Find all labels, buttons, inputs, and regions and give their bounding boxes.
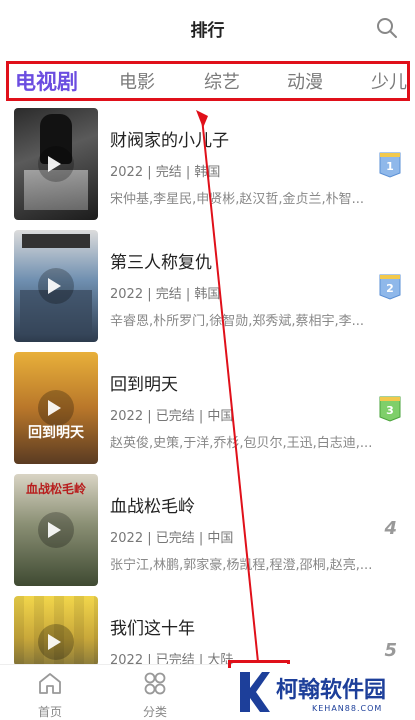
list-item[interactable]: 血战松毛岭 血战松毛岭 2022 | 已完结 | 中国 张宁江,林鹏,郭家豪,杨… xyxy=(0,474,415,596)
watermark-domain: KEHAN88.COM xyxy=(312,704,383,713)
item-title[interactable]: 第三人称复仇 xyxy=(110,248,212,273)
play-icon xyxy=(48,522,61,538)
play-icon xyxy=(48,400,61,416)
rank-number: 5 xyxy=(384,640,397,661)
search-icon[interactable] xyxy=(375,16,399,40)
nav-category[interactable]: 分类 xyxy=(125,671,185,720)
item-meta: 2022 | 已完结 | 中国 xyxy=(110,531,234,546)
item-cast: 赵英俊,史策,于洋,乔杉,包贝尔,王迅,白志迪,... xyxy=(110,436,373,451)
nav-home[interactable]: 首页 xyxy=(20,671,80,720)
rank-badge-icon: 1 xyxy=(379,152,401,178)
list-item[interactable]: 第三人称复仇 2022 | 完结 | 韩国 辛睿恩,朴所罗门,徐智勋,郑秀斌,蔡… xyxy=(0,230,415,352)
rank-number: 1 xyxy=(386,160,394,173)
page-title: 排行 xyxy=(190,21,225,41)
item-meta: 2022 | 完结 | 韩国 xyxy=(110,287,221,302)
item-title[interactable]: 我们这十年 xyxy=(110,614,195,639)
poster-image[interactable] xyxy=(14,596,98,666)
home-icon xyxy=(39,673,61,694)
item-meta: 2022 | 已完结 | 中国 xyxy=(110,409,234,424)
rank-number: 2 xyxy=(386,282,394,295)
watermark-logo-icon xyxy=(240,672,270,712)
watermark-text: 柯翰软件园 xyxy=(276,678,387,703)
poster-image[interactable]: 回到明天 xyxy=(14,352,98,464)
rank-number: 3 xyxy=(386,404,394,417)
nav-category-label: 分类 xyxy=(142,705,167,719)
item-cast: 宋仲基,李星民,申贤彬,赵汉哲,金贞兰,朴智... xyxy=(110,192,365,207)
item-meta: 2022 | 完结 | 韩国 xyxy=(110,165,221,180)
category-icon xyxy=(144,672,166,695)
item-cast: 辛睿恩,朴所罗门,徐智勋,郑秀斌,蔡相宇,李... xyxy=(110,314,365,329)
category-tabs: 电视剧 电影 综艺 动漫 少儿 xyxy=(6,61,410,101)
item-cast: 张宁江,林鹏,郭家豪,杨凯程,程澄,邵桐,赵亮,... xyxy=(110,558,373,573)
rank-badge-icon: 3 xyxy=(379,396,401,422)
tab-tv-series[interactable]: 电视剧 xyxy=(15,66,78,96)
tab-movies[interactable]: 电影 xyxy=(119,68,155,94)
nav-home-label: 首页 xyxy=(37,705,62,719)
play-icon xyxy=(48,156,61,172)
tab-kids[interactable]: 少儿 xyxy=(371,68,407,94)
list-item[interactable]: 财阀家的小儿子 2022 | 完结 | 韩国 宋仲基,李星民,申贤彬,赵汉哲,金… xyxy=(0,108,415,230)
rank-badge-icon: 2 xyxy=(379,274,401,300)
poster-image[interactable]: 血战松毛岭 xyxy=(14,474,98,586)
poster-image[interactable] xyxy=(14,230,98,342)
tab-variety[interactable]: 综艺 xyxy=(204,68,240,94)
play-icon xyxy=(48,634,61,650)
list-item[interactable]: 回到明天 回到明天 2022 | 已完结 | 中国 赵英俊,史策,于洋,乔杉,包… xyxy=(0,352,415,474)
rank-number: 4 xyxy=(384,518,397,539)
poster-image[interactable] xyxy=(14,108,98,220)
app-header: 排行 xyxy=(0,0,415,56)
item-title[interactable]: 回到明天 xyxy=(110,370,178,395)
item-title[interactable]: 财阀家的小儿子 xyxy=(110,126,229,151)
play-icon xyxy=(48,278,61,294)
watermark: 柯翰软件园 KEHAN88.COM xyxy=(232,664,415,720)
poster-title-art: 血战松毛岭 xyxy=(25,482,86,496)
tab-anime[interactable]: 动漫 xyxy=(287,68,323,94)
item-title[interactable]: 血战松毛岭 xyxy=(110,492,195,517)
